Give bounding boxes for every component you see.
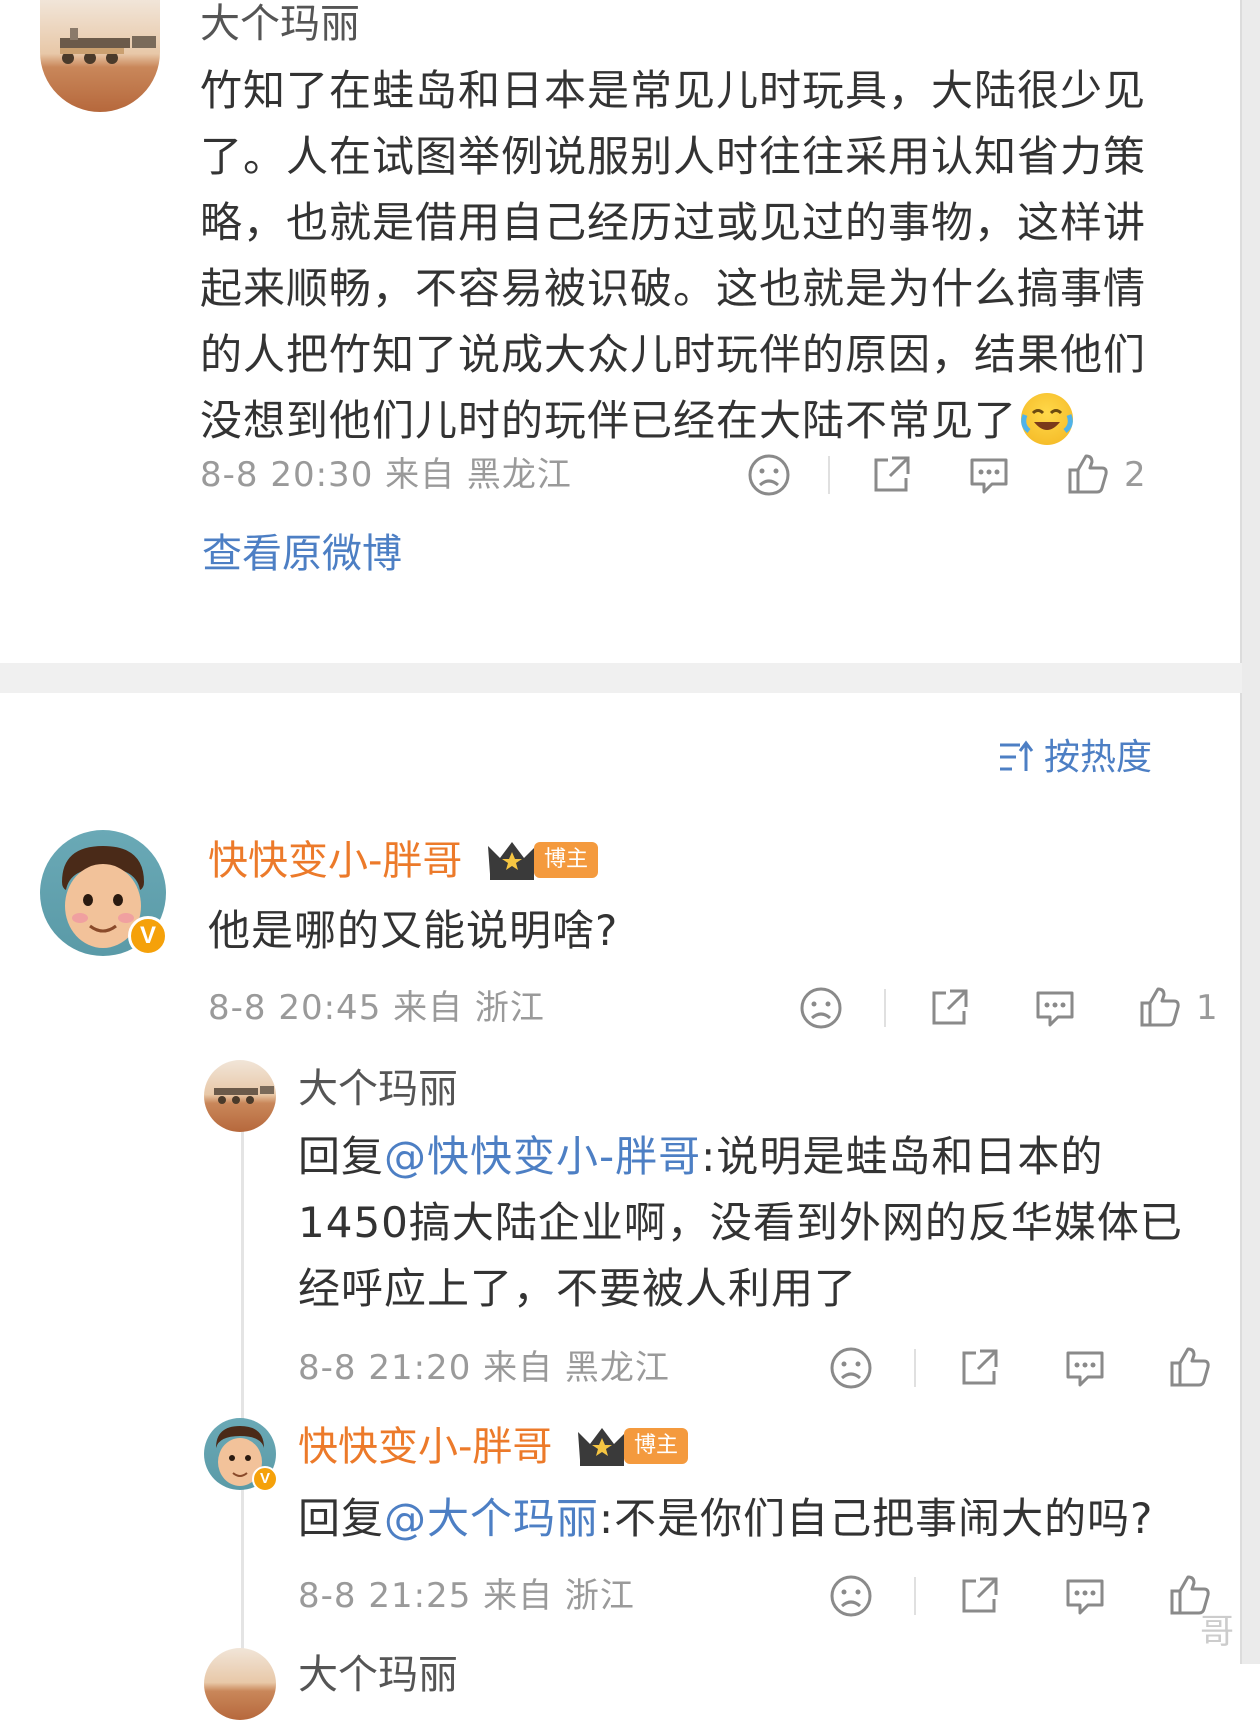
reply-line: 回复@快快变小-胖哥:说明是蛙岛和日本的	[298, 1124, 1228, 1190]
sort-icon	[1000, 740, 1034, 771]
thumbs-up-icon[interactable]	[1136, 983, 1182, 1029]
reply-line: 经呼应上了，不要被人利用了	[298, 1264, 858, 1313]
post-line: 了。人在试图举例说服别人时往往采用认知省力策	[200, 132, 1147, 181]
blogger-badge: 博主	[624, 1428, 688, 1464]
mention-link[interactable]: @大个玛丽	[384, 1494, 599, 1543]
reply-text: 回复@快快变小-胖哥:说明是蛙岛和日本的 1450搞大陆企业啊，没看到外网的反华…	[298, 1124, 1228, 1322]
post-line-text: 没想到他们儿时的玩伴已经在大陆不常见了	[200, 396, 1018, 445]
reply-prefix: 回复	[298, 1132, 385, 1181]
sad-face-icon[interactable]	[798, 985, 844, 1031]
comment-username[interactable]: 快快变小-胖哥	[208, 836, 462, 886]
avatar[interactable]	[204, 1060, 276, 1132]
reply-meta: 8-8 21:20 来自 黑龙江	[298, 1348, 670, 1388]
reply-username[interactable]: 快快变小-胖哥	[298, 1422, 552, 1472]
post-meta: 8-8 20:30 来自 黑龙江	[200, 455, 572, 495]
share-icon[interactable]	[956, 1573, 1002, 1619]
sad-face-icon[interactable]	[828, 1345, 874, 1391]
sad-face-icon[interactable]	[828, 1573, 874, 1619]
reply-thread-line	[241, 1130, 244, 1664]
comment-icon[interactable]	[1062, 1345, 1108, 1391]
like-count: 2	[1124, 455, 1146, 495]
verified-badge: V	[252, 1466, 278, 1492]
view-original-link[interactable]: 查看原微博	[202, 530, 402, 578]
reply-text: 回复@大个玛丽:不是你们自己把事闹大的吗?	[298, 1486, 1228, 1552]
reply-line-text: :不是你们自己把事闹大的吗?	[599, 1494, 1154, 1543]
mention-link[interactable]: @快快变小-胖哥	[384, 1132, 701, 1181]
sort-label: 按热度	[1044, 737, 1153, 778]
reply-meta: 8-8 21:25 来自 浙江	[298, 1576, 635, 1616]
post-username[interactable]: 大个玛丽	[200, 0, 360, 48]
avatar[interactable]	[40, 0, 160, 112]
thumbs-up-icon[interactable]	[1064, 450, 1110, 496]
reply-username[interactable]: 大个玛丽	[298, 1064, 458, 1114]
reply-line-text: :说明是蛙岛和日本的	[701, 1132, 1104, 1181]
thumbs-up-icon[interactable]	[1166, 1343, 1212, 1389]
sort-toggle[interactable]: 按热度	[996, 736, 1152, 780]
reply-username[interactable]: 大个玛丽	[298, 1650, 458, 1700]
section-divider	[0, 663, 1242, 693]
post-line: 起来顺畅，不容易被识破。这也就是为什么搞事情	[200, 264, 1147, 313]
post-line: 略，也就是借用自己经历过或见过的事物，这样讲	[200, 198, 1147, 247]
crown-icon	[488, 842, 536, 880]
share-icon[interactable]	[956, 1345, 1002, 1391]
post-line: 竹知了在蛙岛和日本是常见儿时玩具，大陆很少见	[200, 66, 1147, 115]
share-icon[interactable]	[926, 985, 972, 1031]
post-text: 竹知了在蛙岛和日本是常见儿时玩具，大陆很少见 了。人在试图举例说服别人时往往采用…	[200, 58, 1200, 454]
reply-line: 1450搞大陆企业啊，没看到外网的反华媒体已	[298, 1198, 1183, 1247]
sad-face-icon[interactable]	[746, 452, 792, 498]
share-icon[interactable]	[868, 452, 914, 498]
action-divider	[914, 1349, 916, 1387]
action-divider	[914, 1577, 916, 1615]
verified-badge: V	[128, 916, 168, 956]
blogger-badge: 博主	[534, 842, 598, 878]
comment-icon[interactable]	[1032, 985, 1078, 1031]
action-divider	[884, 989, 886, 1027]
thumbs-up-icon[interactable]	[1166, 1571, 1212, 1617]
like-count: 1	[1196, 988, 1218, 1028]
avatar[interactable]	[204, 1648, 276, 1720]
post-line: 没想到他们儿时的玩伴已经在大陆不常见了	[200, 388, 1200, 454]
reply-prefix: 回复	[298, 1494, 385, 1543]
comment-icon[interactable]	[966, 452, 1012, 498]
post-line: 的人把竹知了说成大众儿时玩伴的原因，结果他们	[200, 330, 1147, 379]
comment-icon[interactable]	[1062, 1573, 1108, 1619]
watermark: 哥	[1200, 1612, 1234, 1652]
action-divider	[828, 456, 830, 494]
laugh-cry-emoji-icon	[1021, 393, 1074, 445]
comment-meta: 8-8 20:45 来自 浙江	[208, 988, 545, 1028]
crown-icon	[578, 1428, 626, 1466]
scrollbar-track[interactable]	[1242, 0, 1260, 1664]
comment-text: 他是哪的又能说明啥?	[208, 906, 619, 955]
